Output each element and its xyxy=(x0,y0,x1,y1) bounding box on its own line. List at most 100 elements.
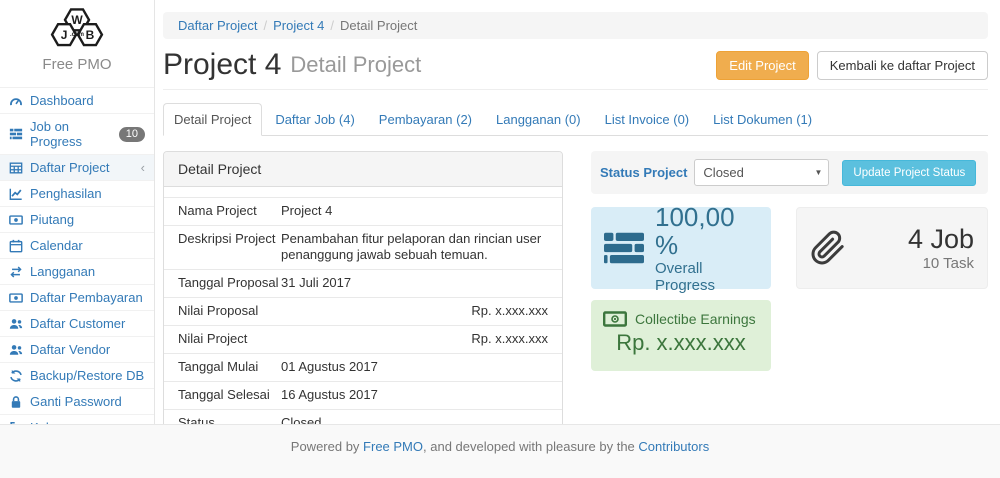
breadcrumb-item-daftar-project[interactable]: Daftar Project xyxy=(178,18,257,33)
sidebar-menu: DashboardJob on Progress10Daftar Project… xyxy=(0,87,154,441)
contributors-link[interactable]: Contributors xyxy=(638,439,709,454)
sidebar-item-daftar-pembayaran[interactable]: Daftar Pembayaran xyxy=(0,285,154,311)
overall-progress-card: 100,00 % Overall Progress xyxy=(591,207,771,289)
tabs: Detail ProjectDaftar Job (4)Pembayaran (… xyxy=(163,103,988,136)
sidebar-item-label: Daftar Pembayaran xyxy=(30,290,143,305)
detail-row-tanggal-proposal: Tanggal Proposal31 Juli 2017 xyxy=(164,269,562,297)
sidebar-item-ganti-password[interactable]: Ganti Password xyxy=(0,389,154,415)
detail-row-tanggal-mulai: Tanggal Mulai01 Agustus 2017 xyxy=(164,353,562,381)
sidebar-item-label: Calendar xyxy=(30,238,83,253)
page-title: Project 4 xyxy=(163,48,281,82)
panel-title: Detail Project xyxy=(164,152,562,187)
detail-row-label: Nilai Project xyxy=(178,331,281,347)
detail-row-value: Penambahan fitur pelaporan dan rincian u… xyxy=(281,231,548,263)
detail-row-nama-project: Nama ProjectProject 4 xyxy=(164,197,562,225)
tab-detail-project: Detail Project xyxy=(163,103,262,136)
tab-langganan-0: Langganan (0) xyxy=(485,103,592,136)
main-content: Daftar Project/Project 4/Detail Project … xyxy=(155,0,1000,424)
tab-pembayaran-2: Pembayaran (2) xyxy=(368,103,483,136)
progress-text: 100,00 % Overall Progress xyxy=(655,203,758,294)
tasks-icon xyxy=(604,232,644,264)
detail-row-label: Tanggal Proposal xyxy=(178,275,281,291)
jwb-logo-icon: W J B .com xyxy=(38,6,116,54)
sidebar-item-label: Penghasilan xyxy=(30,186,102,201)
status-project-bar: Status Project Closed ▼ Update Project S… xyxy=(591,151,988,194)
progress-value: 100,00 % xyxy=(655,203,758,259)
detail-row-nilai-project: Nilai ProjectRp. x.xxx.xxx xyxy=(164,325,562,353)
sidebar-item-label: Daftar Project xyxy=(30,160,109,175)
svg-text:J: J xyxy=(61,28,68,42)
sidebar-item-label: Daftar Customer xyxy=(30,316,125,331)
sidebar-card: W J B .com Free PMO DashboardJob on Prog… xyxy=(0,0,155,441)
svg-text:W: W xyxy=(71,13,83,27)
brand-name: Free PMO xyxy=(0,56,154,73)
footer-text: Powered by xyxy=(291,439,363,454)
breadcrumb-item-detail-project: Detail Project xyxy=(340,18,417,33)
tasks-count: 10 Task xyxy=(908,255,974,272)
sidebar-item-penghasilan[interactable]: Penghasilan xyxy=(0,181,154,207)
sidebar-item-daftar-customer[interactable]: Daftar Customer xyxy=(0,311,154,337)
tab-link[interactable]: List Dokumen (1) xyxy=(702,103,823,136)
tasks-icon xyxy=(9,127,25,142)
page-subtitle: Detail Project xyxy=(290,52,421,78)
users-icon xyxy=(9,316,25,331)
svg-text:B: B xyxy=(86,28,95,42)
free-pmo-app: W J B .com Free PMO DashboardJob on Prog… xyxy=(0,0,1000,478)
breadcrumb-item-project-4[interactable]: Project 4 xyxy=(273,18,324,33)
tab-daftar-job-4: Daftar Job (4) xyxy=(264,103,365,136)
sidebar-item-daftar-project[interactable]: Daftar Project ‹ xyxy=(0,155,154,181)
edit-project-button[interactable]: Edit Project xyxy=(716,51,808,80)
back-to-list-button[interactable]: Kembali ke daftar Project xyxy=(817,51,988,80)
sidebar-item-backup-restore-db[interactable]: Backup/Restore DB xyxy=(0,363,154,389)
jobs-card: 4 Job 10 Task xyxy=(796,207,988,289)
sidebar-item-piutang[interactable]: Piutang xyxy=(0,207,154,233)
collectible-earnings-card: Collectibe Earnings Rp. x.xxx.xxx xyxy=(591,300,771,371)
detail-row-value: Project 4 xyxy=(281,203,548,219)
progress-label: Overall Progress xyxy=(655,260,758,294)
update-status-button[interactable]: Update Project Status xyxy=(842,160,976,186)
free-pmo-link[interactable]: Free PMO xyxy=(363,439,423,454)
line-chart-icon xyxy=(9,186,25,201)
sidebar: W J B .com Free PMO DashboardJob on Prog… xyxy=(0,0,155,441)
users-icon xyxy=(9,342,25,357)
tab-link[interactable]: List Invoice (0) xyxy=(594,103,701,136)
money-icon xyxy=(603,311,627,327)
sidebar-item-daftar-vendor[interactable]: Daftar Vendor xyxy=(0,337,154,363)
sidebar-item-label: Langganan xyxy=(30,264,95,279)
svg-text:.com: .com xyxy=(70,32,84,38)
detail-row-label: Tanggal Selesai xyxy=(178,387,281,403)
status-project-select[interactable]: Closed xyxy=(694,159,829,186)
summary-cards: 100,00 % Overall Progress 4 Job 10 T xyxy=(591,207,988,289)
detail-row-label: Nilai Proposal xyxy=(178,303,281,319)
chevron-left-icon: ‹ xyxy=(141,160,145,175)
tab-link[interactable]: Langganan (0) xyxy=(485,103,592,136)
dashboard-icon xyxy=(9,93,25,108)
page-header: Project 4 Detail Project Edit Project Ke… xyxy=(163,48,988,90)
jobs-value: 4 Job xyxy=(908,225,974,254)
detail-row-label: Nama Project xyxy=(178,203,281,219)
sidebar-item-job-on-progress[interactable]: Job on Progress10 xyxy=(0,114,154,155)
detail-row-deskripsi-project: Deskripsi ProjectPenambahan fitur pelapo… xyxy=(164,225,562,269)
sidebar-item-langganan[interactable]: Langganan xyxy=(0,259,154,285)
breadcrumb: Daftar Project / Project 4 / Detail Project xyxy=(163,12,988,39)
detail-row-value: Rp. x.xxx.xxx xyxy=(281,303,548,319)
breadcrumb-separator: / xyxy=(263,18,267,33)
earnings-label: Collectibe Earnings xyxy=(635,311,756,327)
breadcrumb-separator: / xyxy=(330,18,334,33)
sidebar-item-label: Ganti Password xyxy=(30,394,122,409)
tab-list-invoice-0: List Invoice (0) xyxy=(594,103,701,136)
table-icon xyxy=(9,160,25,175)
tab-link[interactable]: Daftar Job (4) xyxy=(264,103,365,136)
tab-link[interactable]: Detail Project xyxy=(163,103,262,136)
sidebar-item-label: Daftar Vendor xyxy=(30,342,110,357)
detail-row-label: Tanggal Mulai xyxy=(178,359,281,375)
sidebar-item-calendar[interactable]: Calendar xyxy=(0,233,154,259)
footer: Powered by Free PMO, and developed with … xyxy=(0,424,1000,478)
detail-row-label: Deskripsi Project xyxy=(178,231,281,263)
tab-link[interactable]: Pembayaran (2) xyxy=(368,103,483,136)
logo: W J B .com Free PMO xyxy=(0,0,154,87)
sidebar-item-dashboard[interactable]: Dashboard xyxy=(0,88,154,114)
exchange-icon xyxy=(9,264,25,279)
detail-row-value: 31 Juli 2017 xyxy=(281,275,548,291)
earnings-value: Rp. x.xxx.xxx xyxy=(603,330,759,356)
